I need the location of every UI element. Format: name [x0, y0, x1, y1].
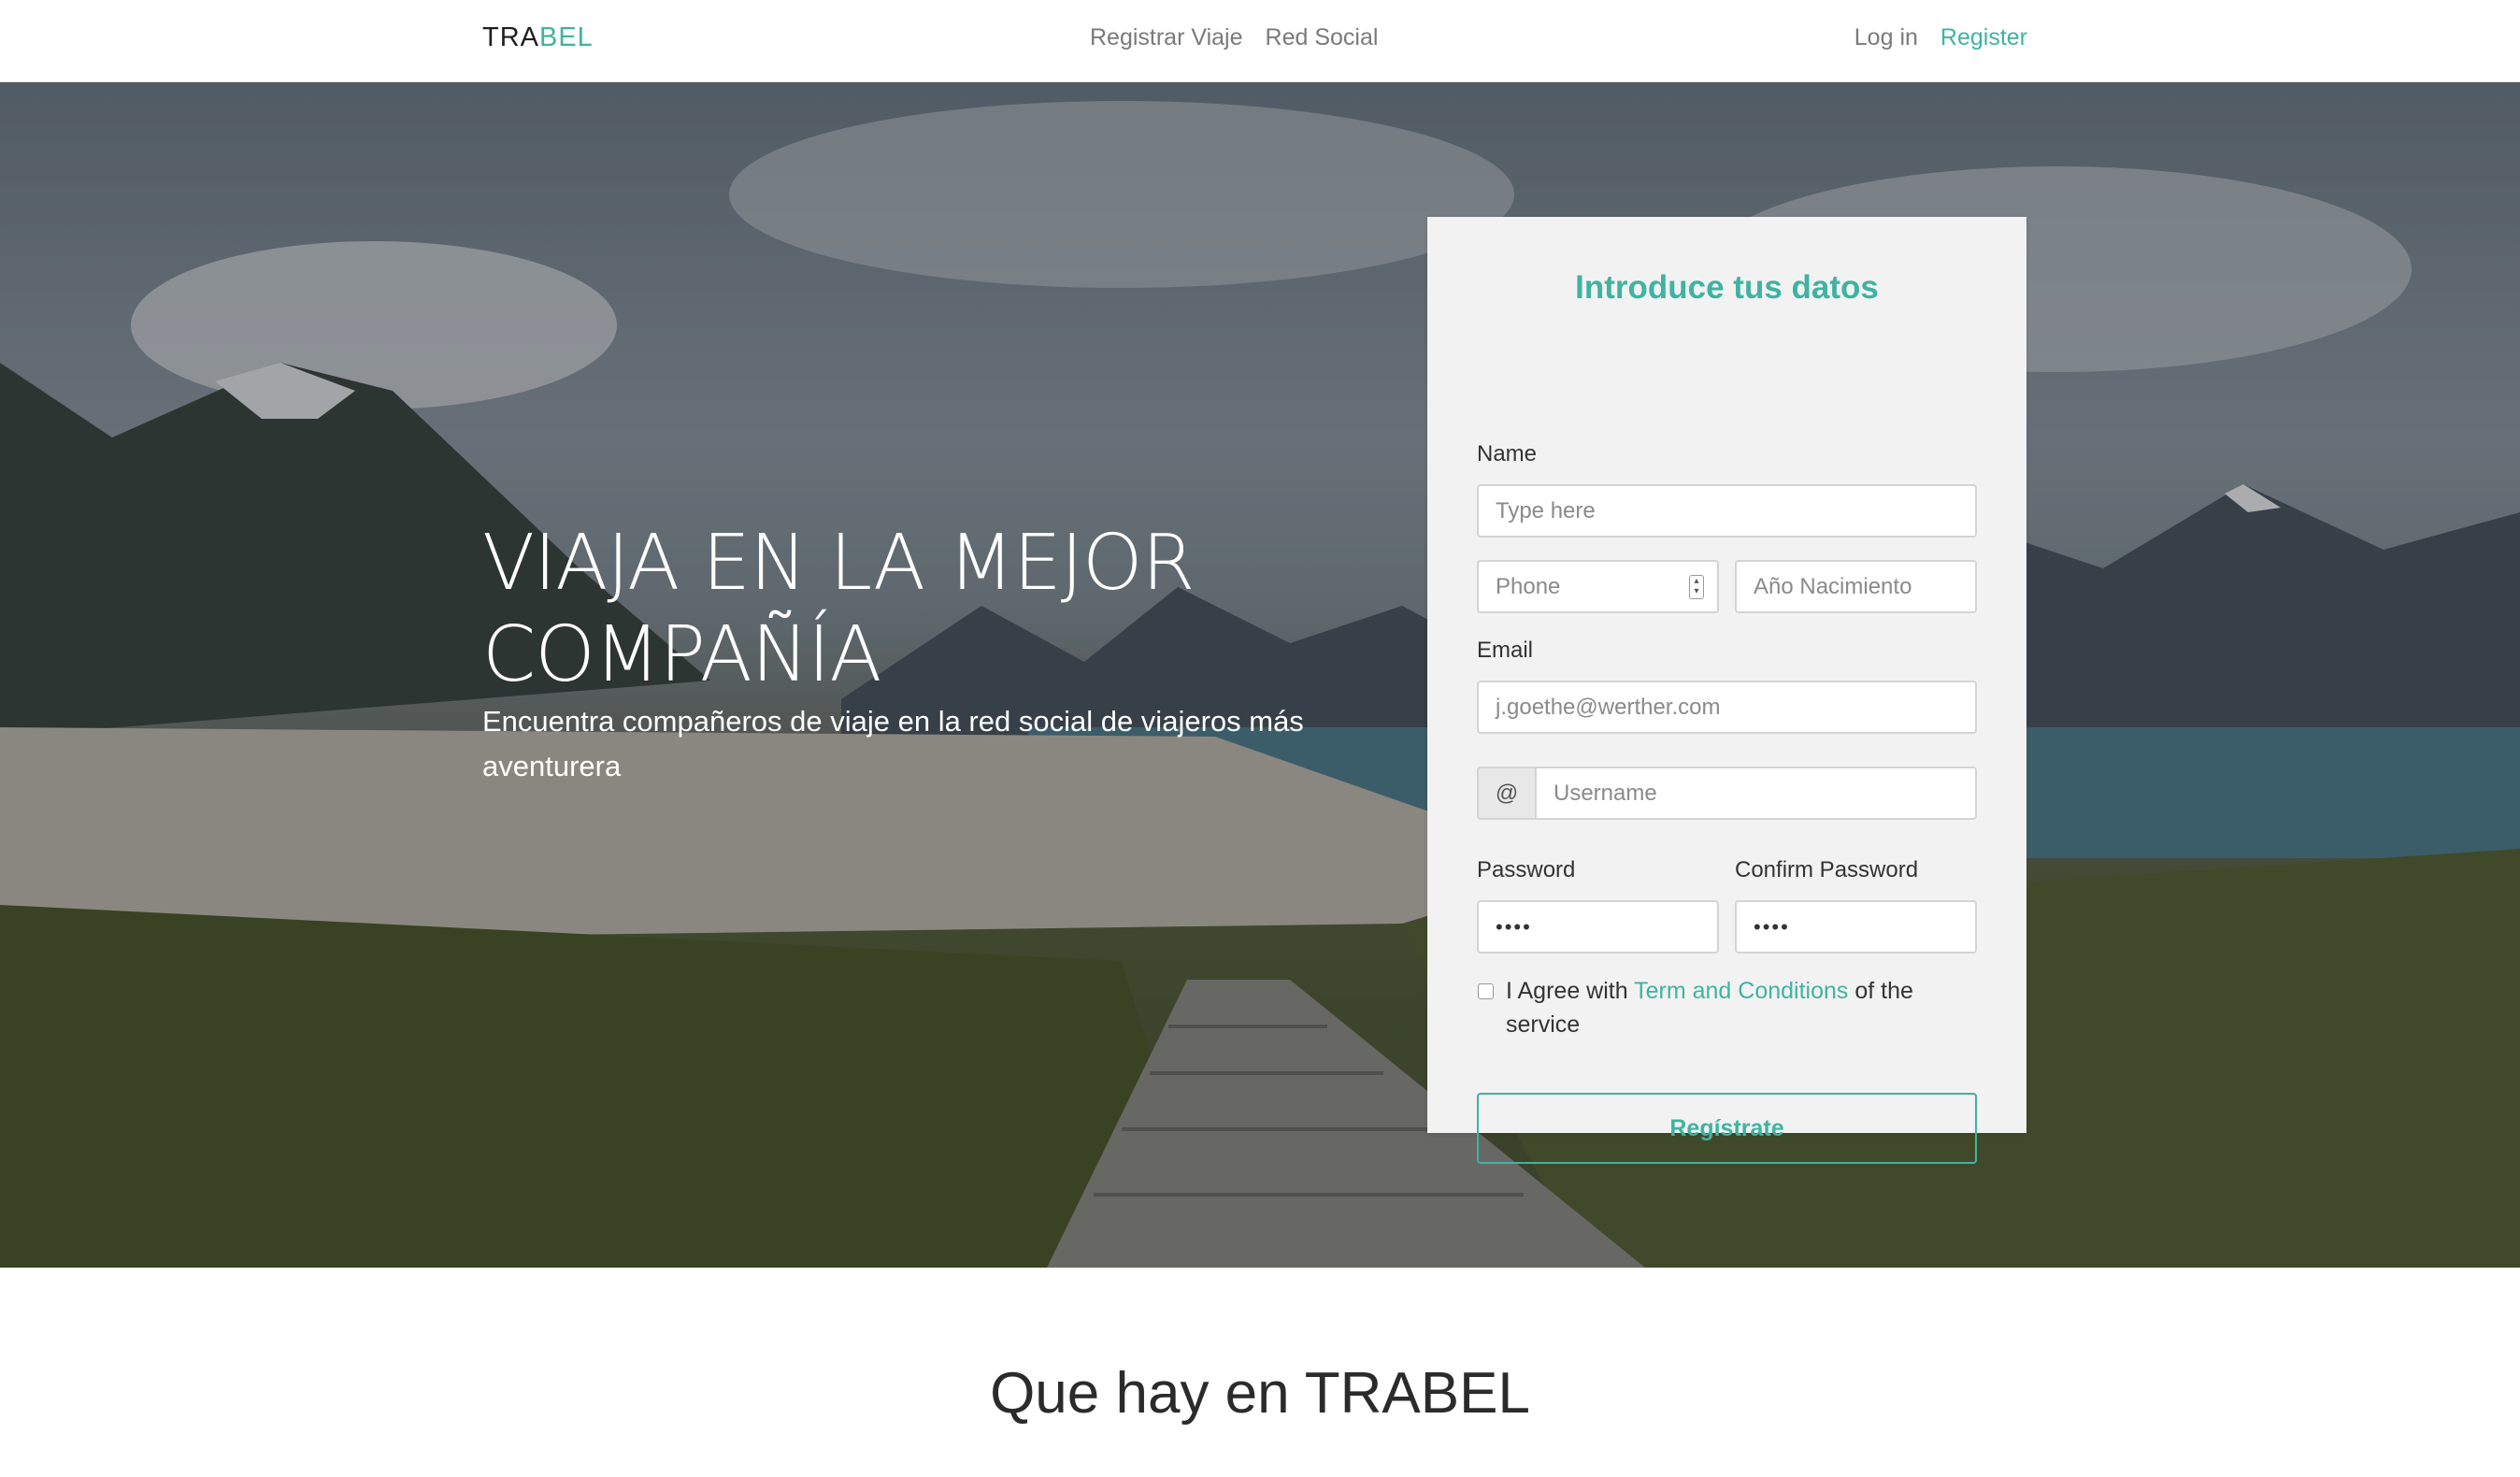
register-link[interactable]: Register	[1940, 22, 2027, 52]
email-input[interactable]: j.goethe@werther.com	[1477, 681, 1977, 734]
terms-text: I Agree with Term and Conditions of the …	[1506, 974, 1973, 1041]
phone-placeholder: Phone	[1496, 574, 1561, 599]
at-addon: @	[1477, 767, 1535, 820]
nav-right: Log in Register	[1854, 22, 2027, 52]
brand-logo[interactable]: TRABEL	[482, 22, 594, 53]
registration-form-card: Introduce tus datos Name Type here Phone…	[1427, 217, 2026, 1164]
hero-section: VIAJA EN LA MEJOR COMPAÑÍA Encuentra com…	[0, 82, 2520, 1268]
top-navbar: TRABEL Registrar Viaje Red Social Log in…	[0, 0, 2520, 82]
register-submit-button[interactable]: Regístrate	[1477, 1093, 1977, 1164]
name-label: Name	[1477, 441, 1538, 466]
username-input[interactable]: Username	[1535, 767, 1977, 820]
hero-subtitle: Encuentra compañeros de viaje en la red …	[482, 705, 1304, 782]
brand-part-1: TRA	[482, 22, 539, 52]
terms-checkbox[interactable]	[1478, 983, 1494, 999]
phone-input[interactable]: Phone ▴ ▾	[1477, 560, 1719, 613]
hero-title: VIAJA EN LA MEJOR COMPAÑÍA	[482, 519, 1195, 699]
password-input[interactable]: ••••	[1477, 900, 1719, 954]
password-label: Password	[1477, 857, 1576, 882]
brand-part-2: BEL	[539, 22, 594, 52]
login-link[interactable]: Log in	[1854, 22, 1918, 52]
name-input[interactable]: Type here	[1477, 484, 1977, 538]
email-label: Email	[1477, 638, 1534, 663]
form-title: Introduce tus datos	[1575, 269, 1879, 306]
nav-link-registrar-viaje[interactable]: Registrar Viaje	[1090, 22, 1243, 52]
terms-link[interactable]: Term and Conditions	[1634, 978, 1848, 1004]
nav-link-red-social[interactable]: Red Social	[1266, 22, 1379, 52]
nav-center: Registrar Viaje Red Social	[1090, 22, 1378, 52]
confirm-password-input[interactable]: ••••	[1735, 900, 1977, 954]
section-title: Que hay en TRABEL	[990, 1361, 1530, 1426]
birth-year-input[interactable]: Año Nacimiento	[1735, 560, 1977, 613]
phone-stepper-icon[interactable]: ▴ ▾	[1689, 575, 1704, 599]
confirm-password-label: Confirm Password	[1735, 857, 1919, 882]
terms-prefix: I Agree with	[1506, 978, 1635, 1004]
